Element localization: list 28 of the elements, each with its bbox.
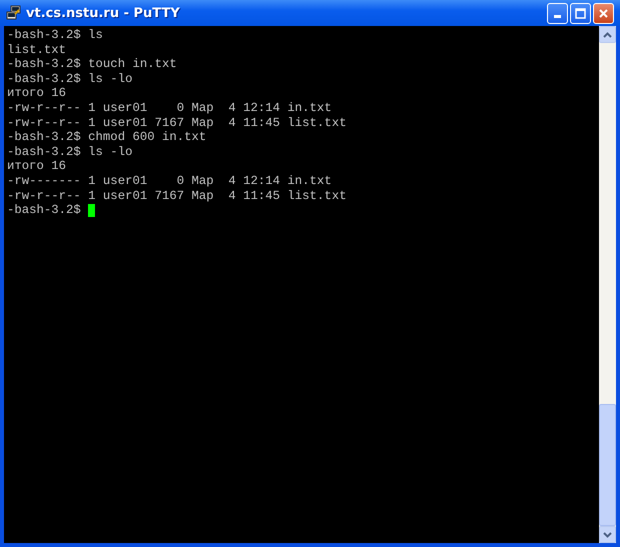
terminal-line: -rw-r--r-- 1 user01 7167 Map 4 11:45 list.txt: [7, 188, 348, 204]
terminal-line: -bash-3.2$ chmod 600 in.txt: [7, 130, 208, 145]
minimize-icon: [554, 15, 561, 18]
scroll-down-button[interactable]: [599, 526, 616, 543]
close-button[interactable]: [593, 2, 614, 24]
terminal-line: -rw------- 1 user01 0 Map 4 12:14 in.txt: [7, 174, 333, 189]
terminal-line: итого 16: [7, 159, 68, 174]
terminal-line: -bash-3.2$ ls: [7, 28, 104, 43]
chevron-up-icon: [603, 32, 612, 38]
terminal-line: -rw-r--r-- 1 user01 0 Map 4 12:14 in.txt: [7, 100, 333, 116]
chevron-down-icon: [603, 532, 612, 538]
terminal-line: -bash-3.2$ ls -lo: [7, 72, 134, 86]
minimize-button[interactable]: [547, 2, 568, 24]
maximize-icon: [575, 8, 586, 18]
scrollbar[interactable]: [599, 26, 616, 543]
scroll-up-button[interactable]: [599, 26, 616, 43]
terminal-app-icon: [6, 5, 22, 21]
maximize-button[interactable]: [570, 2, 591, 24]
terminal-prompt: -bash-3.2$: [7, 203, 82, 218]
terminal-line: -bash-3.2$ touch in.txt: [7, 57, 178, 72]
text-cursor: [88, 204, 96, 217]
window-title: vt.cs.nstu.ru - PuTTY: [26, 6, 181, 20]
terminal-line: -bash-3.2$ ls -lo: [7, 144, 134, 160]
scrollbar-thumb[interactable]: [599, 404, 616, 526]
terminal-line: -rw-r--r-- 1 user01 7167 Map 4 11:45 list.txt: [7, 116, 348, 130]
terminal-line: list.txt: [7, 42, 68, 58]
close-icon: [598, 8, 609, 18]
terminal-line: итого 16: [7, 86, 68, 101]
